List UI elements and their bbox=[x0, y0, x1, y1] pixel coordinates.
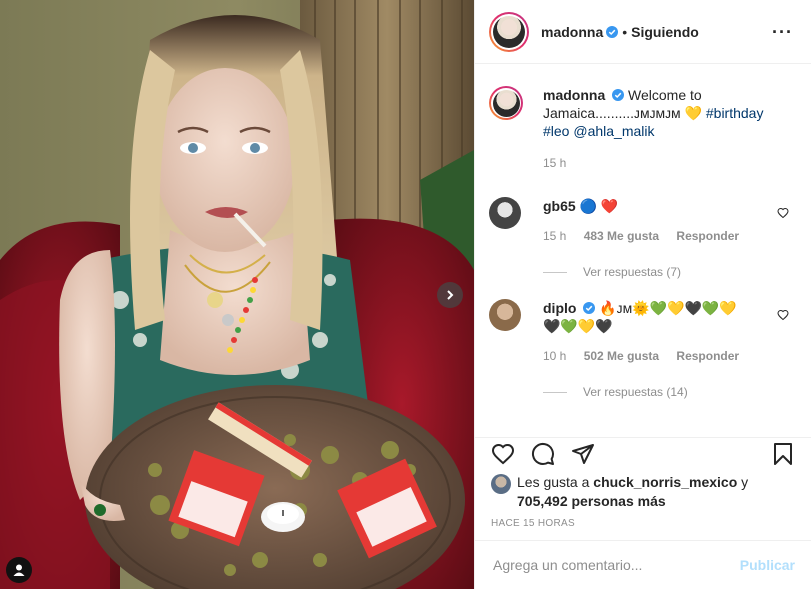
verified-badge-icon bbox=[583, 302, 596, 314]
caption-time[interactable]: 15 h bbox=[543, 156, 566, 170]
view-replies-button[interactable]: Ver respuestas (7) bbox=[543, 263, 789, 281]
comments-section: madonna Welcome to Jamaica..........ᴊᴍᴊᴍ… bbox=[475, 65, 811, 437]
avatar[interactable] bbox=[489, 11, 529, 52]
bookmark-icon[interactable] bbox=[771, 442, 795, 466]
add-comment-bar: Publicar bbox=[475, 540, 811, 589]
view-replies-button[interactable]: Ver respuestas (14) bbox=[543, 383, 789, 401]
comment-item: gb65 🔵 ❤️ 15 h 483 Me gusta Responder Ve… bbox=[489, 197, 789, 281]
verified-badge-icon bbox=[606, 25, 619, 38]
comment-text: 🔥ᴊᴍ🌞💚💛🖤💚💛 bbox=[599, 300, 737, 316]
header-separator: • bbox=[622, 23, 628, 40]
post-header: madonna • Siguiendo ··· bbox=[475, 0, 811, 64]
next-photo-button[interactable] bbox=[437, 282, 463, 308]
paper-plane-icon[interactable] bbox=[571, 442, 595, 466]
post-sidebar: madonna • Siguiendo ··· madonna Welcome … bbox=[474, 0, 811, 589]
caption: madonna Welcome to Jamaica..........ᴊᴍᴊᴍ… bbox=[489, 86, 789, 172]
user-tags-button[interactable] bbox=[6, 557, 32, 583]
comment-username[interactable]: gb65 bbox=[543, 198, 576, 214]
reply-button[interactable]: Responder bbox=[676, 349, 739, 363]
yellow-heart-icon: 💛 bbox=[684, 105, 702, 121]
comment-username[interactable]: diplo bbox=[543, 300, 576, 316]
comment-likes[interactable]: 483 Me gusta bbox=[584, 229, 659, 243]
likes-count[interactable]: 705,492 personas más bbox=[517, 492, 801, 511]
comment-likes[interactable]: 502 Me gusta bbox=[584, 349, 659, 363]
likes-join: y bbox=[741, 474, 749, 490]
comment-input[interactable] bbox=[491, 556, 725, 574]
view-replies-label[interactable]: Ver respuestas (14) bbox=[583, 383, 688, 401]
publish-button[interactable]: Publicar bbox=[740, 557, 795, 573]
following-button[interactable]: Siguiendo bbox=[631, 24, 699, 40]
instagram-post: madonna • Siguiendo ··· madonna Welcome … bbox=[0, 0, 811, 589]
caption-username[interactable]: madonna bbox=[543, 87, 605, 103]
liker-username[interactable]: chuck_norris_mexico bbox=[593, 474, 737, 490]
photo-illustration bbox=[0, 0, 474, 589]
action-bar bbox=[475, 437, 811, 470]
comment-icon[interactable] bbox=[531, 442, 555, 466]
comment-avatar[interactable] bbox=[489, 197, 521, 229]
comment-avatar[interactable] bbox=[489, 299, 521, 331]
comment-like-icon[interactable] bbox=[777, 207, 789, 219]
view-replies-label[interactable]: Ver respuestas (7) bbox=[583, 263, 681, 281]
post-timestamp[interactable]: HACE 15 HORAS bbox=[491, 518, 575, 529]
caption-mention[interactable]: @ahla_malik bbox=[573, 123, 654, 139]
user-tag-icon bbox=[13, 564, 25, 576]
caption-avatar[interactable] bbox=[489, 86, 523, 120]
header-username[interactable]: madonna bbox=[541, 24, 603, 40]
liker-avatar[interactable] bbox=[491, 474, 511, 494]
comment-like-icon[interactable] bbox=[777, 309, 789, 321]
post-photo[interactable] bbox=[0, 0, 474, 589]
verified-badge-icon bbox=[612, 89, 625, 101]
comment-text-line2: 🖤💚💛🖤 bbox=[543, 318, 613, 334]
likes-summary: Les gusta a chuck_norris_mexico y 705,49… bbox=[491, 473, 801, 511]
comment-text: 🔵 ❤️ bbox=[579, 198, 619, 214]
more-horizontal-icon[interactable]: ··· bbox=[772, 22, 793, 43]
heart-outline-icon[interactable] bbox=[491, 442, 515, 466]
comment-item: diplo 🔥ᴊᴍ🌞💚💛🖤💚💛 🖤💚💛🖤 10 h 502 Me gusta R… bbox=[489, 299, 789, 401]
reply-button[interactable]: Responder bbox=[676, 229, 739, 243]
comment-time[interactable]: 15 h bbox=[543, 229, 566, 243]
comment-time[interactable]: 10 h bbox=[543, 349, 566, 363]
chevron-right-icon bbox=[447, 290, 454, 300]
likes-prefix: Les gusta a bbox=[517, 474, 590, 490]
